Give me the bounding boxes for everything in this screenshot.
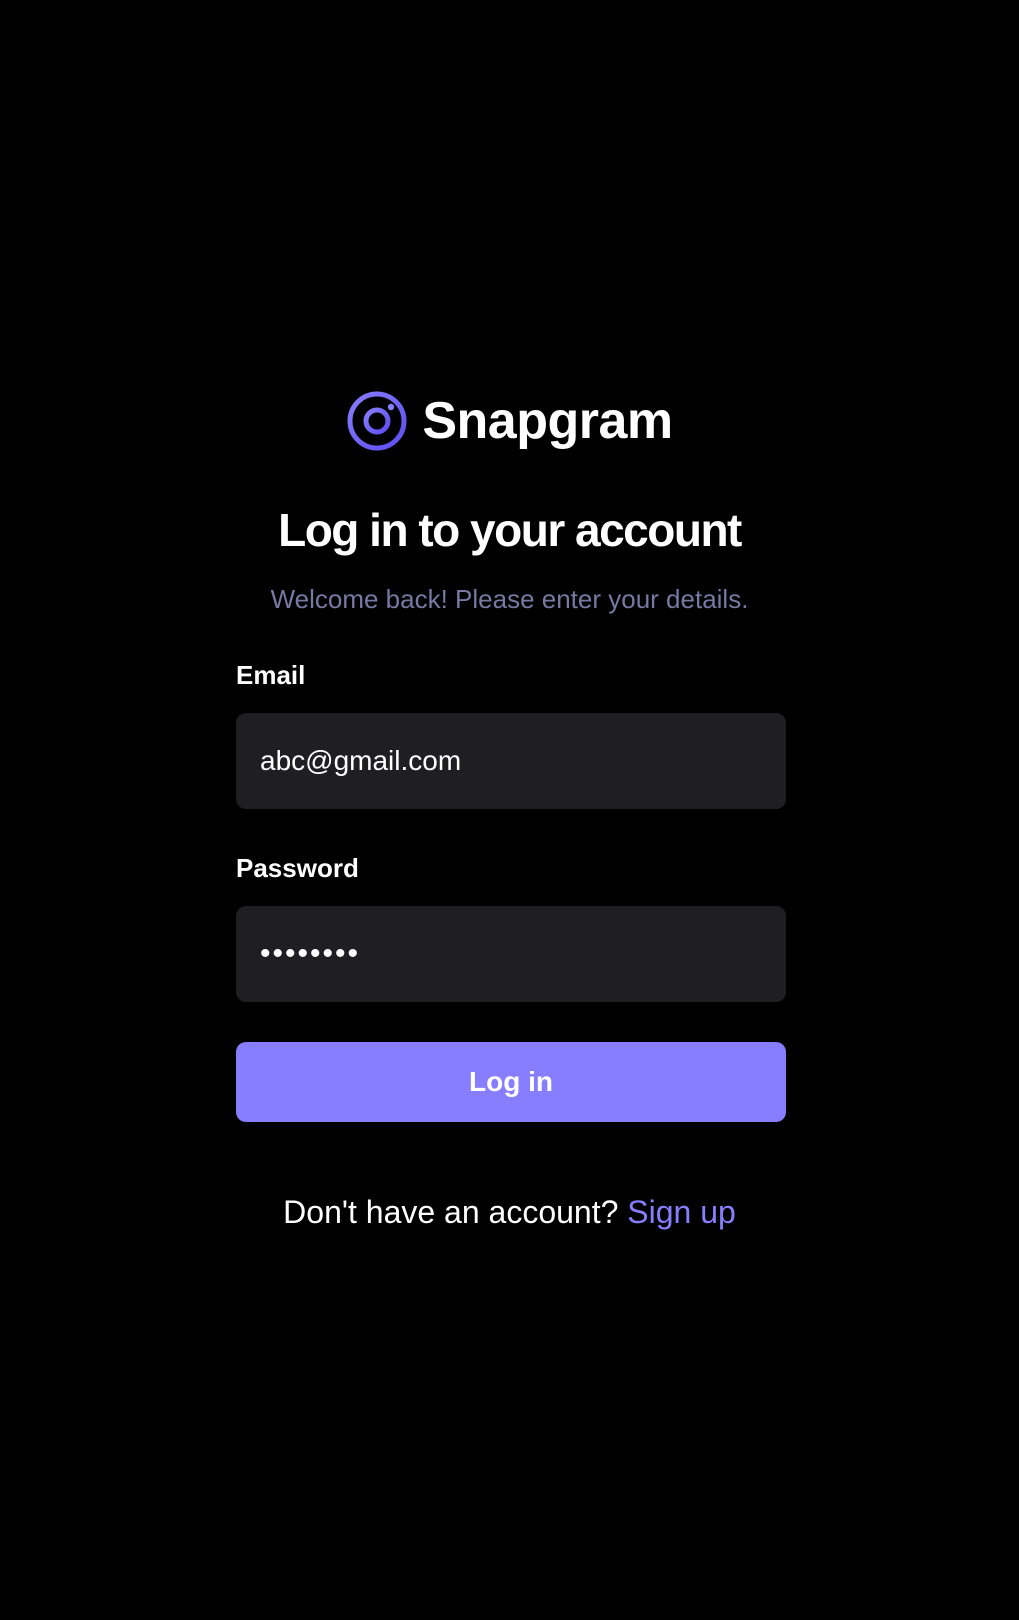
signup-link[interactable]: Sign up: [627, 1194, 736, 1230]
password-label: Password: [236, 853, 359, 884]
password-field[interactable]: [236, 906, 786, 1003]
login-button[interactable]: Log in: [236, 1042, 786, 1123]
brand-logo: Snapgram: [0, 390, 1019, 452]
signup-prompt: Don't have an account? Sign up: [0, 1193, 1019, 1231]
password-field-group: Password: [236, 853, 786, 1003]
page-title: Log in to your account: [278, 504, 742, 556]
email-field[interactable]: [236, 713, 786, 810]
brand-name: Snapgram: [422, 392, 673, 450]
login-form: Email Password Log in: [236, 660, 786, 1123]
email-field-group: Email: [236, 660, 786, 810]
login-page: Snapgram Log in to your account Welcome …: [0, 0, 1019, 1620]
email-label: Email: [236, 660, 306, 690]
snapgram-logo-icon: [347, 391, 407, 451]
page-subtitle: Welcome back! Please enter your details.: [270, 584, 749, 614]
signup-prompt-text: Don't have an account?: [283, 1194, 619, 1230]
